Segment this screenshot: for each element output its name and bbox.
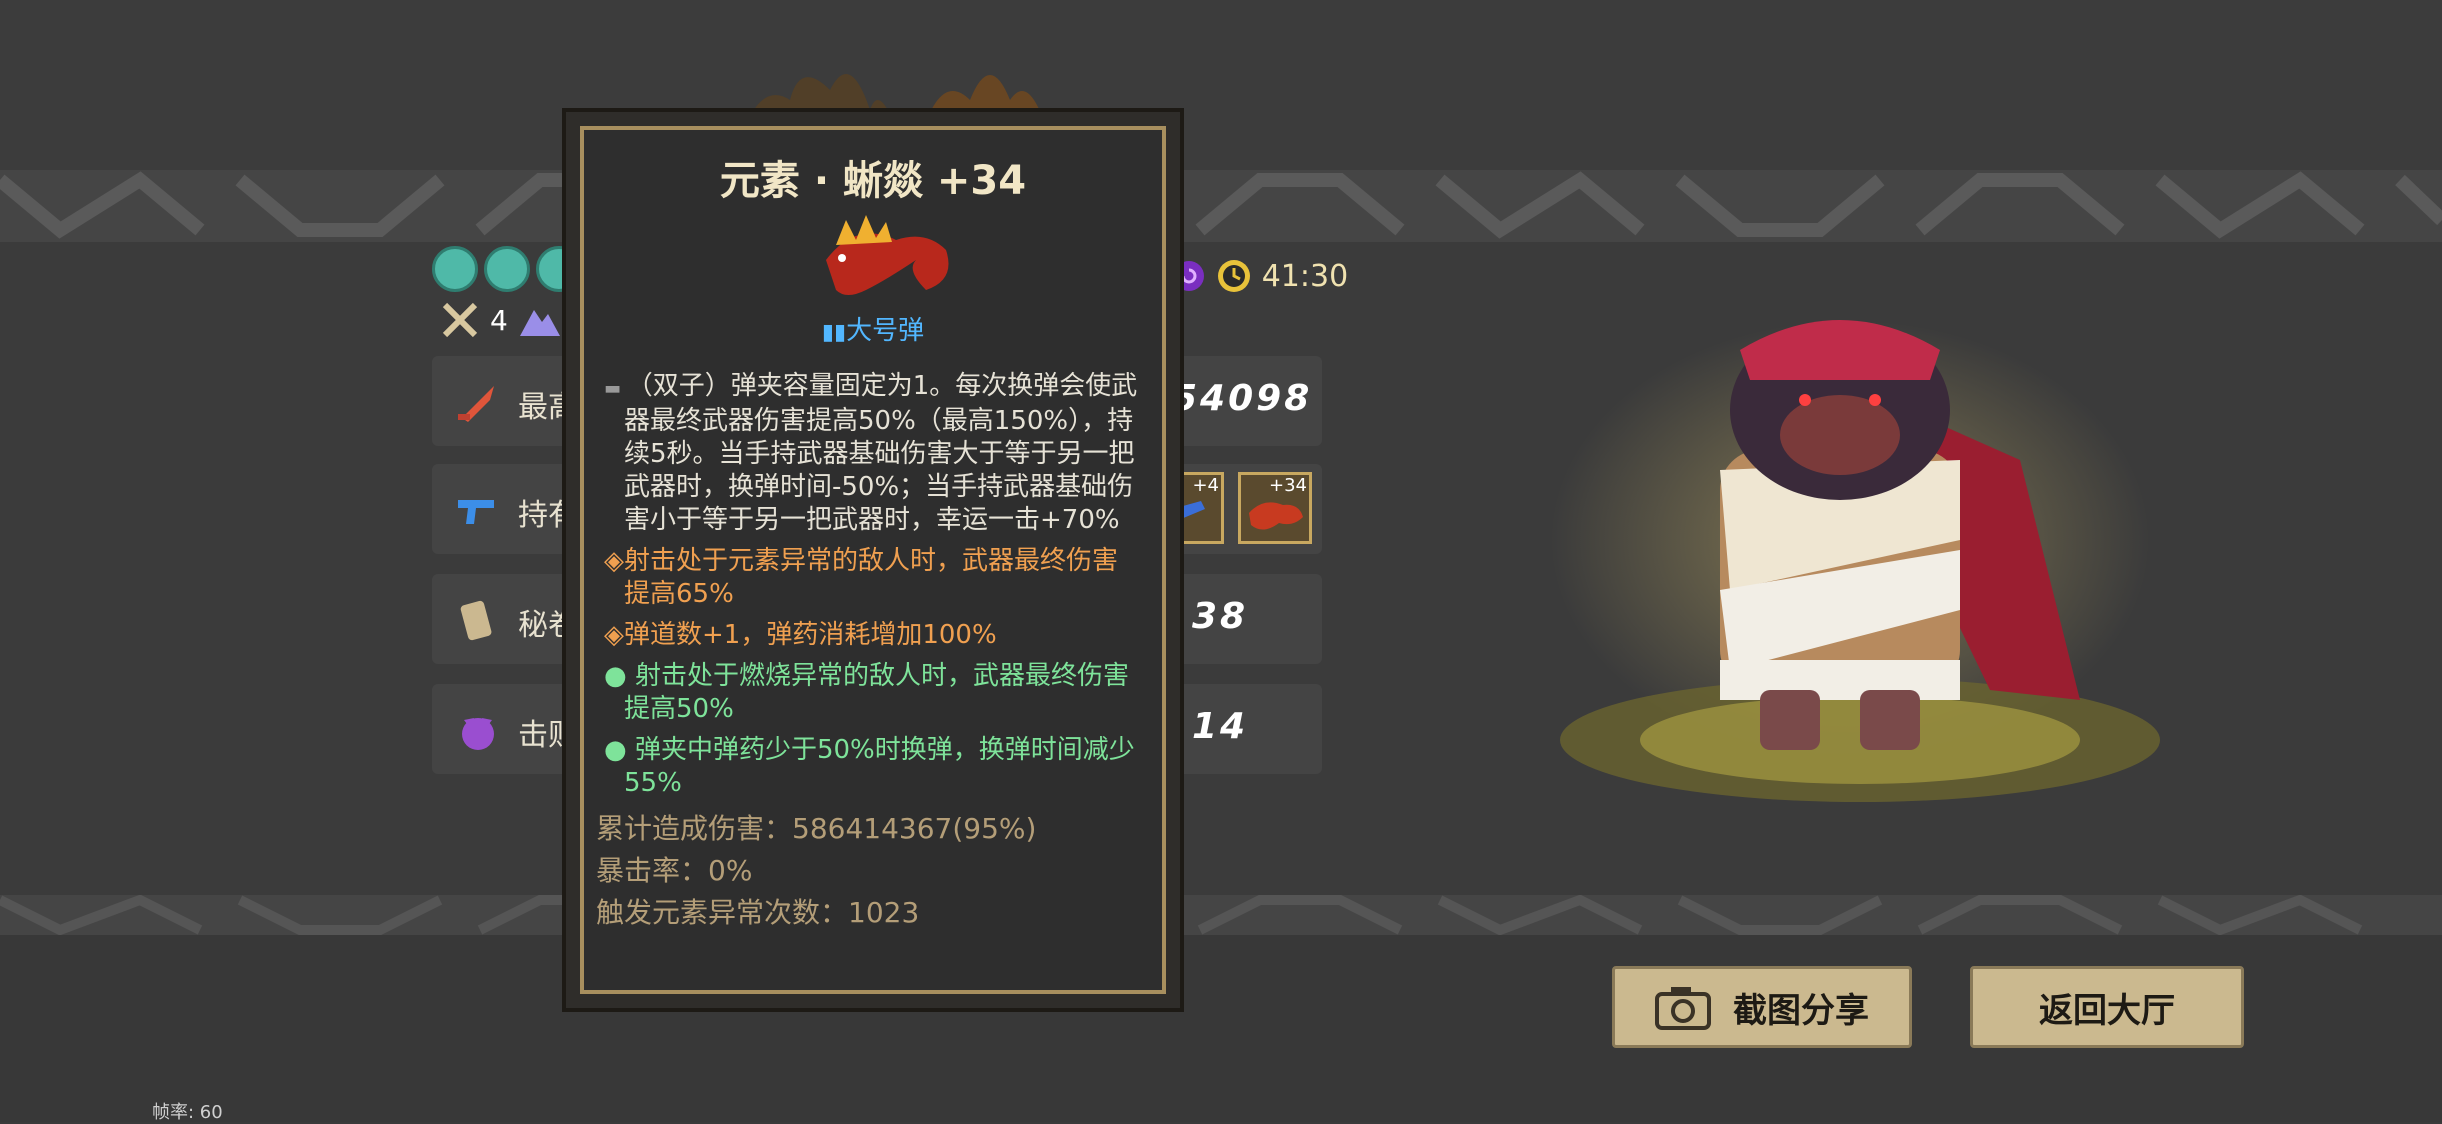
back-button-label: 返回大厅 bbox=[2039, 990, 2175, 1031]
gun-bullet-icon: ▬ bbox=[604, 378, 627, 399]
dot-icon: ● bbox=[604, 735, 635, 765]
green-effect-1: ● 射击处于燃烧异常的敌人时，武器最终伤害提高50% bbox=[604, 660, 1140, 726]
diamond-icon: ◈ bbox=[604, 620, 624, 650]
weapon-count-value: 4 bbox=[490, 303, 508, 337]
stat-value: 54098 bbox=[1172, 378, 1313, 419]
camera-icon bbox=[1655, 987, 1711, 1030]
share-screenshot-button[interactable]: 截图分享 bbox=[1612, 966, 1912, 1048]
clock-icon bbox=[1217, 260, 1250, 292]
slot-level: +34 bbox=[1269, 475, 1307, 496]
damage-total: 累计造成伤害：586414367(95%) bbox=[596, 812, 1037, 845]
pattern-band-top bbox=[0, 170, 2442, 242]
diamond-icon: ◈ bbox=[604, 546, 624, 576]
weapon-count: 4 bbox=[440, 300, 562, 340]
buff-icon-row bbox=[432, 246, 582, 292]
green-effect-text: 弹夹中弹药少于50%时换弹，换弹时间减少55% bbox=[624, 735, 1135, 798]
base-effect-text: （双子）弹夹容量固定为1。每次换弹会使武器最终武器伤害提高50%（最高150%）… bbox=[624, 371, 1138, 535]
scroll-icon bbox=[460, 600, 492, 641]
orange-effect-text: 弹道数+1，弹药消耗增加100% bbox=[624, 620, 997, 650]
tooltip-frame: 元素 · 蜥燚 +34 ▮▮大号弹 ▬ （双子）弹夹容量固定为1。每次换弹会使武… bbox=[580, 126, 1166, 994]
gun-icon bbox=[458, 500, 494, 524]
top-background bbox=[0, 0, 2442, 170]
share-button-label: 截图分享 bbox=[1733, 990, 1869, 1031]
stat-value: 14 bbox=[1192, 706, 1249, 747]
timer-text: 41:30 bbox=[1261, 258, 1349, 294]
pattern-band-bottom bbox=[0, 895, 2442, 935]
slot-level: +4 bbox=[1192, 475, 1219, 496]
return-lobby-button[interactable]: 返回大厅 bbox=[1970, 966, 2244, 1048]
character-illustration bbox=[1550, 320, 2160, 802]
demon-icon bbox=[462, 718, 494, 750]
item-tooltip: 元素 · 蜥燚 +34 ▮▮大号弹 ▬ （双子）弹夹容量固定为1。每次换弹会使武… bbox=[562, 108, 1184, 1012]
mountain-icon bbox=[519, 310, 560, 336]
green-effect-text: 射击处于燃烧异常的敌人时，武器最终伤害提高50% bbox=[624, 661, 1129, 724]
fps-counter: 帧率: 60 bbox=[152, 1102, 223, 1123]
buff-icon-2[interactable] bbox=[484, 246, 530, 292]
crossed-tools-icon bbox=[442, 302, 478, 338]
ammo-type-text: 大号弹 bbox=[846, 316, 925, 346]
base-effect: ▬ （双子）弹夹容量固定为1。每次换弹会使武器最终武器伤害提高50%（最高150… bbox=[604, 370, 1140, 537]
lizard-icon bbox=[826, 215, 949, 295]
stat-value: 38 bbox=[1192, 596, 1249, 637]
ammo-type-label: ▮▮大号弹 bbox=[584, 310, 1162, 347]
buff-icon-1[interactable] bbox=[432, 246, 478, 292]
tooltip-title: 元素 · 蜥燚 +34 bbox=[719, 158, 1027, 204]
crit-rate: 暴击率：0% bbox=[596, 854, 753, 887]
orange-effect-2: ◈弹道数+1，弹药消耗增加100% bbox=[604, 619, 1140, 652]
elemental-triggers: 触发元素异常次数：1023 bbox=[596, 896, 920, 929]
sword-icon bbox=[458, 386, 494, 422]
dot-icon: ● bbox=[604, 661, 635, 691]
bullets-icon: ▮▮ bbox=[821, 320, 847, 345]
green-effect-2: ● 弹夹中弹药少于50%时换弹，换弹时间减少55% bbox=[604, 734, 1140, 800]
inventory-slot-lizard[interactable]: +34 bbox=[1238, 472, 1312, 544]
tooltip-body: ▬ （双子）弹夹容量固定为1。每次换弹会使武器最终武器伤害提高50%（最高150… bbox=[596, 370, 1140, 934]
orange-effect-text: 射击处于元素异常的敌人时，武器最终伤害提高65% bbox=[624, 546, 1119, 609]
orange-effect-1: ◈射击处于元素异常的敌人时，武器最终伤害提高65% bbox=[604, 545, 1140, 611]
